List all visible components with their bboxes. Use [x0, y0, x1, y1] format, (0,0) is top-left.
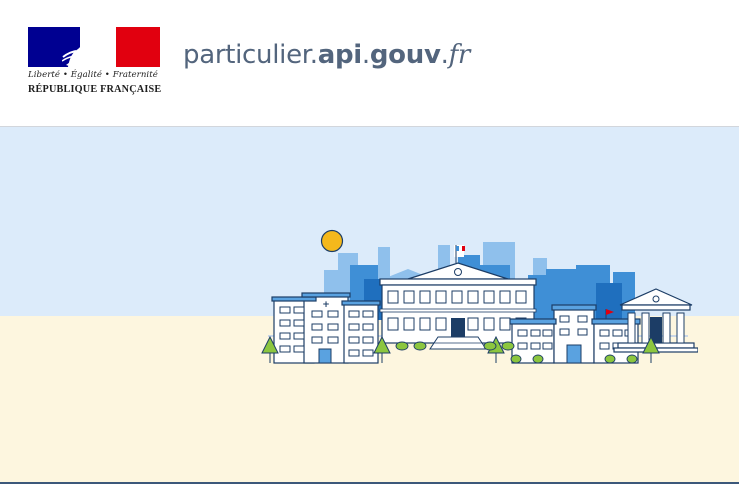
marianne-profile-icon — [62, 28, 116, 67]
title-part-api: api — [317, 40, 362, 70]
city-buildings-illustration-icon: + — [261, 229, 698, 364]
republique-francaise-text: RÉPUBLIQUE FRANÇAISE — [28, 84, 162, 95]
site-title-link[interactable]: particulier.api.gouv.fr — [183, 40, 470, 70]
marianne-flag-icon — [28, 27, 160, 67]
republique-francaise-logo[interactable]: Liberté • Égalité • Fraternité RÉPUBLIQU… — [28, 27, 162, 99]
hero-banner: + — [0, 127, 739, 483]
site-header: Liberté • Égalité • Fraternité RÉPUBLIQU… — [0, 0, 739, 127]
title-dot-2: . — [440, 40, 449, 70]
title-part-gouv: gouv — [369, 40, 441, 70]
title-part-particulier: particulier. — [183, 40, 318, 70]
motto-text: Liberté • Égalité • Fraternité — [28, 70, 158, 80]
title-part-fr: fr — [448, 40, 471, 70]
title-dot-1: . — [361, 40, 370, 70]
svg-text:+: + — [322, 300, 330, 310]
